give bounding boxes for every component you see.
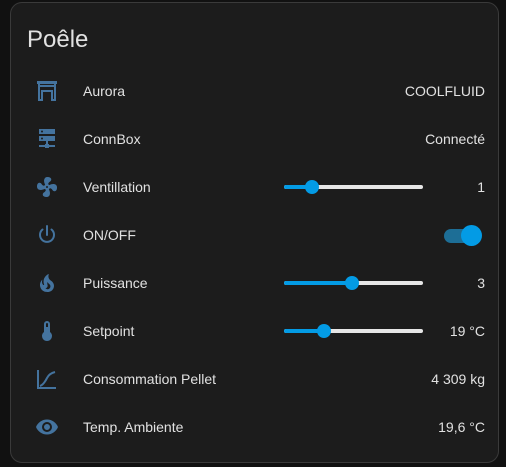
entity-row-aurora[interactable]: Aurora COOLFLUID [11, 67, 500, 115]
row-value: 19,6 °C [438, 419, 485, 435]
row-label: Consommation Pellet [83, 371, 217, 387]
chart-line-icon [35, 367, 59, 391]
onoff-toggle[interactable] [444, 225, 482, 246]
card-title: Poêle [27, 26, 89, 53]
toggle-knob [461, 225, 482, 246]
ventillation-slider[interactable] [284, 180, 423, 194]
row-label: Aurora [83, 83, 126, 99]
row-value: 1 [477, 179, 485, 195]
entity-row-onoff[interactable]: ON/OFF [11, 211, 500, 259]
row-label: Temp. Ambiente [83, 419, 184, 435]
row-value: COOLFLUID [404, 83, 485, 99]
thermometer-icon [35, 319, 59, 343]
slider-thumb[interactable] [317, 324, 332, 338]
row-value: 4 309 kg [431, 371, 485, 387]
row-label: Setpoint [83, 323, 135, 339]
fire-icon [35, 271, 59, 295]
entity-row-connbox[interactable]: ConnBox Connecté [11, 115, 500, 163]
row-value: Connecté [425, 131, 485, 147]
setpoint-slider[interactable] [284, 324, 423, 338]
server-network-icon [35, 127, 59, 151]
slider-thumb[interactable] [345, 276, 360, 290]
entity-row-puissance[interactable]: Puissance 3 [11, 259, 500, 307]
fireplace-icon [35, 79, 59, 103]
entity-row-consommation-pellet[interactable]: Consommation Pellet 4 309 kg [11, 355, 500, 403]
row-value: 3 [477, 275, 485, 291]
fan-icon [35, 175, 59, 199]
row-label: Ventillation [83, 179, 151, 195]
entity-row-temp-ambiente[interactable]: Temp. Ambiente 19,6 °C [11, 403, 500, 451]
entity-row-setpoint[interactable]: Setpoint 19 °C [11, 307, 500, 355]
slider-thumb[interactable] [304, 180, 319, 194]
entity-row-ventillation[interactable]: Ventillation 1 [11, 163, 500, 211]
puissance-slider[interactable] [284, 276, 423, 290]
power-icon [35, 223, 59, 247]
row-value: 19 °C [449, 323, 485, 339]
eye-icon [35, 415, 59, 439]
slider-fill [284, 281, 353, 285]
stove-card: Poêle Aurora COOLFLUID ConnBox Connecté [10, 2, 499, 463]
row-label: ON/OFF [83, 227, 136, 243]
row-label: Puissance [83, 275, 148, 291]
row-label: ConnBox [83, 131, 141, 147]
